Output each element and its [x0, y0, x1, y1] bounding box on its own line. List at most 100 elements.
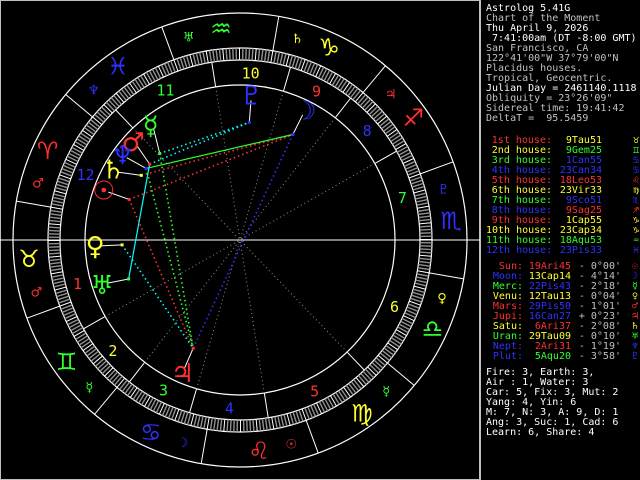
degree-tick: [85, 124, 97, 133]
sign-cusp-line: [362, 65, 386, 93]
sign-cusp-line: [26, 305, 60, 319]
degree-tick: [413, 189, 426, 194]
house-cusp-dotted-line: [104, 239, 241, 317]
house-number: 8: [363, 122, 372, 140]
degree-tick: [53, 283, 66, 288]
degree-tick: [196, 415, 201, 428]
aspect-line: [141, 133, 294, 177]
degree-tick: [113, 375, 123, 386]
degree-tick: [186, 412, 192, 425]
degree-tick: [416, 273, 429, 277]
degree-tick: [411, 294, 423, 300]
sign-cusp-line: [305, 420, 319, 454]
degree-tick: [347, 85, 356, 97]
planet-row: Plut: 5Aqu20 - 3°58' ♇: [486, 352, 640, 362]
aspect-line: [159, 121, 250, 155]
degree-tick: [414, 282, 427, 287]
planet-label: Plut:: [492, 351, 523, 362]
degree-tick: [362, 370, 372, 381]
degree-tick: [261, 418, 265, 431]
degree-tick: [213, 418, 217, 431]
house-cusp-line: [282, 67, 291, 92]
degree-tick: [368, 105, 379, 116]
degree-tick: [353, 379, 362, 390]
degree-tick: [254, 48, 257, 61]
aspect-line: [192, 134, 294, 349]
degree-tick: [418, 257, 432, 261]
degree-tick: [126, 84, 135, 96]
degree-tick: [48, 255, 61, 258]
info-panel: Astrolog 5.41G Chart of the Moment Thu Apr…: [480, 0, 640, 480]
house-number: 11: [156, 81, 174, 99]
planet-position: 5Aqu20: [534, 351, 571, 362]
degree-tick: [377, 115, 388, 125]
degree-tick: [110, 97, 120, 108]
degree-tick: [86, 348, 97, 357]
house-number: 4: [225, 400, 234, 418]
degree-tick: [199, 416, 204, 429]
degree-tick: [367, 366, 377, 376]
house-cusp-line: [334, 97, 352, 119]
ruler-icon: ☉: [286, 438, 298, 453]
degree-tick: [263, 49, 267, 62]
degree-tick: [267, 417, 272, 430]
planet-icon-uran: ♅: [90, 271, 113, 301]
house-cusp-dotted-line: [239, 163, 376, 241]
house-cusp-line: [211, 62, 217, 87]
degree-tick: [105, 101, 116, 112]
degree-tick: [119, 379, 128, 390]
house-cusp-line: [263, 393, 269, 418]
degree-tick: [202, 51, 206, 64]
degree-tick: [283, 414, 288, 427]
degree-tick: [379, 352, 390, 361]
ruler-icon: ☿: [85, 380, 93, 395]
degree-tick: [419, 251, 432, 254]
degree-tick: [226, 419, 229, 432]
degree-tick: [118, 90, 127, 101]
degree-tick: [51, 274, 64, 278]
degree-tick: [274, 416, 278, 429]
degree-tick: [56, 183, 68, 189]
degree-tick: [354, 92, 364, 103]
header-line: DeltaT = 95.5459: [486, 113, 589, 124]
degree-tick: [273, 51, 277, 64]
degree-tick: [355, 377, 365, 388]
ruler-icon: ♅: [183, 30, 195, 45]
degree-tick: [277, 415, 282, 428]
planet-speed: - 3°58': [578, 351, 621, 362]
house-cusp-value: 23Pis33: [559, 245, 602, 256]
degree-tick: [50, 267, 63, 272]
house-number: 7: [398, 189, 407, 207]
house-cusp-line: [128, 361, 146, 383]
degree-tick: [298, 409, 304, 422]
degree-tick: [49, 258, 62, 262]
house-cusp-dotted-line: [239, 91, 284, 241]
degree-tick: [357, 94, 367, 105]
house-cusp-line: [83, 316, 106, 330]
planet-dot: [120, 243, 124, 247]
degree-tick: [279, 52, 284, 65]
degree-tick: [49, 261, 62, 265]
degree-tick: [413, 285, 426, 290]
degree-tick: [92, 355, 103, 365]
degree-tick: [223, 419, 226, 432]
degree-tick: [55, 289, 68, 295]
degree-tick: [415, 198, 428, 203]
house-number: 10: [242, 64, 260, 82]
degree-tick: [180, 411, 186, 423]
degree-tick: [101, 106, 111, 116]
element-summary: Fire: 3, Earth: 3, Air : 1, Water: 3 Car: …: [486, 368, 640, 438]
degree-tick: [251, 48, 254, 61]
degree-tick: [83, 126, 95, 136]
degree-tick: [419, 254, 432, 257]
degree-tick: [116, 377, 126, 388]
sign-glyph-cancer: ♋: [140, 418, 162, 446]
degree-tick: [52, 196, 65, 201]
degree-tick: [381, 349, 393, 359]
ruler-icon: ☽: [177, 436, 189, 451]
degree-tick: [344, 83, 354, 95]
degree-tick: [48, 249, 61, 252]
degree-tick: [52, 277, 65, 282]
degree-tick: [84, 345, 96, 354]
degree-tick: [190, 413, 195, 426]
